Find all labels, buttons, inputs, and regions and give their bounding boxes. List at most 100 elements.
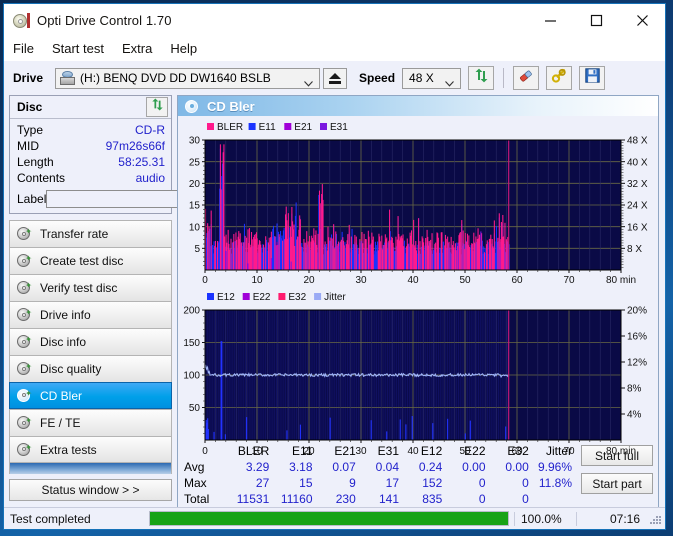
table-row: Total 11531 11160 230 141 835 0 0 bbox=[178, 491, 576, 507]
cell-avg-bler: 3.29 bbox=[245, 460, 270, 474]
svg-text:E31: E31 bbox=[330, 122, 348, 133]
sidebar-item-create-test-disc[interactable]: ✦ Create test disc bbox=[9, 247, 172, 274]
jitter-chart[interactable]: E12 E22 E32 Jitter 50 100 150 200 4% 8% 12% 16% 20% 0… bbox=[178, 288, 658, 460]
save-icon bbox=[584, 68, 600, 88]
svg-text:E32: E32 bbox=[288, 292, 306, 303]
fe-te-icon: ✦ bbox=[17, 416, 32, 430]
drive-info-icon: ✦ bbox=[17, 308, 32, 322]
sidebar-item-disc-quality[interactable]: ✦ Disc quality bbox=[9, 355, 172, 382]
save-button[interactable] bbox=[579, 66, 606, 90]
cell-max-e22: 0 bbox=[478, 476, 486, 490]
progress-bar bbox=[149, 511, 509, 526]
svg-text:32 X: 32 X bbox=[627, 179, 648, 190]
resize-grip[interactable] bbox=[648, 512, 662, 526]
cell-avg-e22: 0.00 bbox=[462, 460, 486, 474]
svg-text:E21: E21 bbox=[294, 122, 312, 133]
toolbar-separator bbox=[503, 68, 505, 88]
disc-info-icon: ✦ bbox=[17, 335, 32, 349]
refresh-icon bbox=[151, 98, 164, 116]
bler-chart[interactable]: BLER E11 E21 E31 5 10 15 20 25 30 8 X 16 X 24 X 32 X 4… bbox=[178, 118, 658, 288]
sidebar-item-disc-info[interactable]: ✦ Disc info bbox=[9, 328, 172, 355]
sidebar-item-fe-te[interactable]: ✦ FE / TE bbox=[9, 409, 172, 436]
svg-text:40: 40 bbox=[407, 446, 419, 457]
svg-text:80 min: 80 min bbox=[606, 275, 636, 286]
speed-label: Speed bbox=[359, 71, 396, 85]
svg-text:16 X: 16 X bbox=[627, 222, 648, 233]
disc-label-caption: Label bbox=[17, 192, 47, 206]
cell-max-bler: 27 bbox=[255, 476, 270, 490]
sidebar-item-label: Disc quality bbox=[40, 362, 102, 376]
minimize-button[interactable] bbox=[527, 4, 573, 37]
status-bar: Test completed 100.0% 07:16 bbox=[4, 507, 665, 529]
speed-select[interactable]: 48 X bbox=[402, 67, 462, 89]
progress-percent: 100.0% bbox=[514, 511, 576, 526]
optical-disc-icon bbox=[13, 12, 30, 29]
menu-item-start-test[interactable]: Start test bbox=[52, 41, 104, 56]
sidebar-item-drive-info[interactable]: ✦ Drive info bbox=[9, 301, 172, 328]
tools-button[interactable] bbox=[546, 66, 573, 90]
drive-label: Drive bbox=[13, 71, 44, 85]
svg-text:30: 30 bbox=[355, 275, 367, 286]
refresh-button[interactable] bbox=[468, 66, 495, 90]
maximize-button[interactable] bbox=[573, 4, 619, 37]
sidebar-item-label: Extra tests bbox=[40, 442, 97, 457]
eject-icon bbox=[329, 72, 342, 79]
start-part-button[interactable]: Start part bbox=[581, 473, 653, 494]
disc-scan-icon: ✦ bbox=[17, 227, 32, 241]
disc-refresh-button[interactable] bbox=[146, 97, 168, 117]
sidebar-item-verify-test-disc[interactable]: ✦ Verify test disc bbox=[9, 274, 172, 301]
eject-button[interactable] bbox=[323, 67, 348, 89]
svg-text:70: 70 bbox=[563, 275, 575, 286]
disc-field-length: Length 58:25.31 bbox=[17, 154, 165, 170]
svg-text:70: 70 bbox=[563, 446, 575, 457]
svg-text:10: 10 bbox=[251, 275, 263, 286]
svg-text:5: 5 bbox=[194, 244, 200, 255]
close-button[interactable] bbox=[619, 4, 665, 37]
svg-text:E22: E22 bbox=[253, 292, 271, 303]
sidebar-item-transfer-rate[interactable]: ✦ Transfer rate bbox=[9, 220, 172, 247]
sidebar: Disc Type CD-R MID 97m26s66f Length 58:2… bbox=[9, 95, 250, 507]
svg-text:10: 10 bbox=[189, 222, 201, 233]
menu-bar: File Start test Extra Help bbox=[4, 37, 665, 60]
cell-total-e12: 835 bbox=[422, 492, 443, 506]
status-window-button[interactable]: Status window > > bbox=[9, 479, 172, 501]
menu-item-help[interactable]: Help bbox=[170, 41, 197, 56]
svg-text:40 X: 40 X bbox=[627, 157, 648, 168]
sidebar-item-label: Drive info bbox=[40, 308, 91, 322]
svg-text:50: 50 bbox=[459, 275, 471, 286]
extra-tests-icon: ✦ bbox=[17, 442, 32, 457]
cell-total-e11: 11160 bbox=[280, 492, 313, 506]
menu-item-extra[interactable]: Extra bbox=[122, 41, 152, 56]
cell-total-e31: 141 bbox=[378, 492, 399, 506]
cell-max-e12: 152 bbox=[422, 476, 443, 490]
disc-field-mid: MID 97m26s66f bbox=[17, 138, 165, 154]
disc-write-icon: ✦ bbox=[17, 254, 32, 268]
drive-select[interactable]: (H:) BENQ DVD DD DW1640 BSLB bbox=[55, 67, 321, 89]
table-row: Max 27 15 9 17 152 0 0 11.8% bbox=[178, 475, 576, 491]
sidebar-item-extra-tests[interactable]: ✦ Extra tests bbox=[9, 436, 172, 463]
disc-field-mid-value: 97m26s66f bbox=[105, 139, 165, 153]
sidebar-item-cd-bler[interactable]: ✦ CD Bler bbox=[9, 382, 172, 409]
svg-text:20%: 20% bbox=[627, 306, 647, 317]
test-nav-list: ✦ Transfer rate ✦ Create test disc ✦ Ver… bbox=[9, 220, 172, 463]
erase-button[interactable] bbox=[513, 66, 540, 90]
window-title: Opti Drive Control 1.70 bbox=[37, 13, 172, 28]
window-controls bbox=[527, 4, 665, 37]
cell-max-e32: 0 bbox=[522, 476, 529, 490]
svg-text:30: 30 bbox=[355, 446, 367, 457]
svg-text:BLER: BLER bbox=[217, 122, 243, 133]
svg-text:150: 150 bbox=[183, 338, 200, 349]
svg-text:E11: E11 bbox=[259, 122, 276, 133]
cell-avg-e12: 0.24 bbox=[418, 460, 443, 474]
svg-text:50: 50 bbox=[189, 403, 201, 414]
menu-item-file[interactable]: File bbox=[13, 41, 34, 56]
drive-icon bbox=[60, 71, 76, 85]
sidebar-item-label: Create test disc bbox=[40, 254, 124, 268]
cell-total-jitter bbox=[533, 491, 576, 507]
cell-avg-jitter: 9.96% bbox=[537, 460, 572, 474]
disc-label-row: Label bbox=[17, 189, 250, 209]
application-window: Opti Drive Control 1.70 File Start test … bbox=[3, 3, 666, 530]
drive-toolbar: Drive (H:) BENQ DVD DD DW1640 BSLB Speed… bbox=[4, 60, 665, 95]
svg-text:20: 20 bbox=[189, 179, 201, 190]
svg-text:0: 0 bbox=[202, 446, 208, 457]
